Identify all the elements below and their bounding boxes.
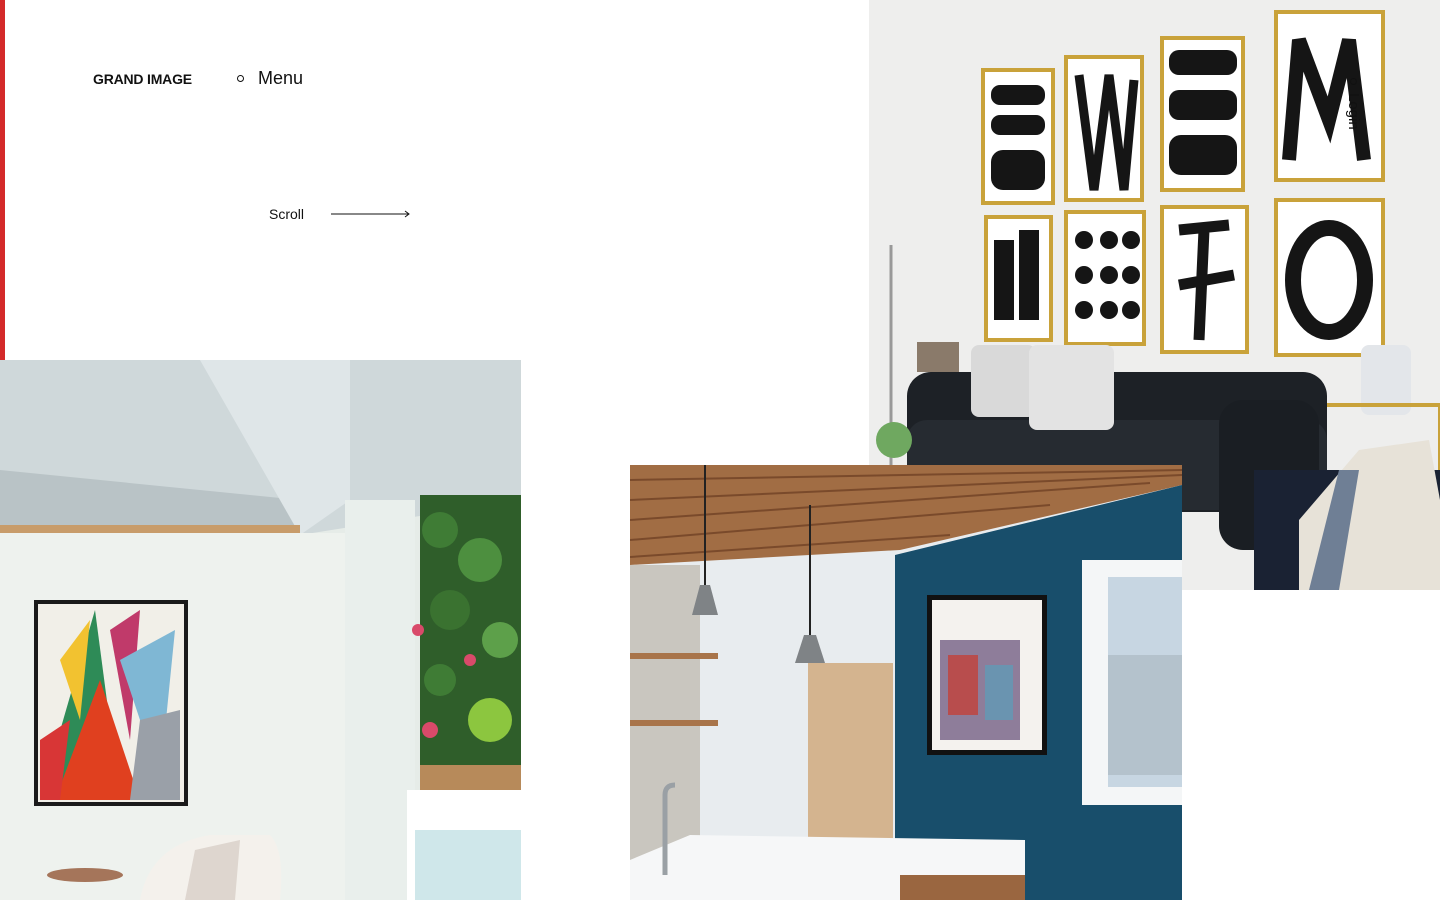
gallery-photo-kitchen[interactable] xyxy=(630,465,1182,900)
scroll-label: Scroll xyxy=(269,206,305,222)
login-link[interactable]: Login xyxy=(1345,78,1362,130)
site-logo[interactable]: GRAND IMAGE xyxy=(93,71,192,87)
login-label: Login xyxy=(1345,93,1362,130)
login-bullet-icon xyxy=(1350,78,1357,85)
menu-button[interactable]: Menu xyxy=(237,68,303,89)
scroll-cta[interactable]: Scroll xyxy=(269,206,411,222)
arrow-right-icon xyxy=(331,210,410,218)
gallery-photo-living-wall[interactable] xyxy=(0,360,521,900)
menu-label: Menu xyxy=(258,68,304,88)
menu-bullet-icon xyxy=(237,75,244,82)
